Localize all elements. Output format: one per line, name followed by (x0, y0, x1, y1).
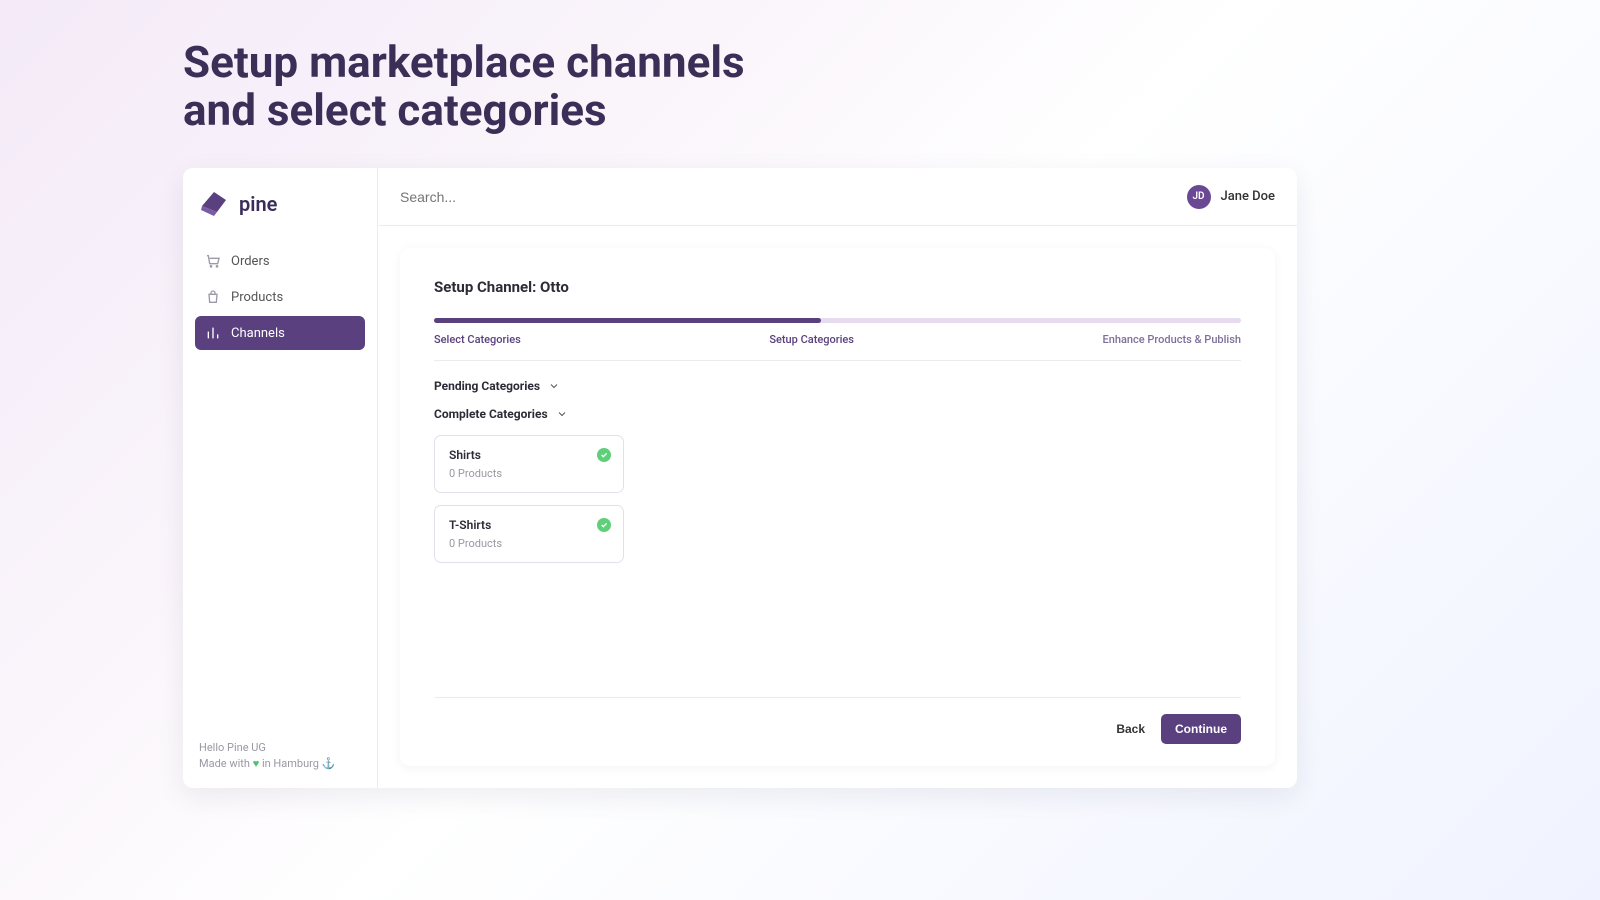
cart-icon (205, 253, 221, 269)
brand-name: pine (239, 192, 277, 216)
username: Jane Doe (1221, 189, 1276, 204)
category-name: Shirts (449, 448, 609, 462)
sidebar-item-products[interactable]: Products (195, 280, 365, 314)
progress-bar (434, 318, 1241, 323)
bars-icon (205, 325, 221, 341)
category-count: 0 Products (449, 537, 609, 550)
search-input[interactable] (400, 189, 1187, 205)
sidebar-item-label: Orders (231, 254, 270, 269)
divider (434, 360, 1241, 361)
footer-company: Hello Pine UG (199, 740, 361, 756)
category-count: 0 Products (449, 467, 609, 480)
user-menu[interactable]: JD Jane Doe (1187, 185, 1276, 209)
bag-icon (205, 289, 221, 305)
card-title: Setup Channel: Otto (434, 278, 1241, 296)
chevron-down-icon (548, 380, 560, 392)
card-footer: Back Continue (434, 697, 1241, 744)
footer-tagline: Made with ♥ in Hamburg ⚓ (199, 756, 361, 772)
hero-line2: and select categories (183, 86, 745, 134)
check-icon (597, 518, 611, 532)
step-setup-categories: Setup Categories (769, 333, 854, 346)
category-name: T-Shirts (449, 518, 609, 532)
category-card[interactable]: T-Shirts 0 Products (434, 505, 624, 563)
sidebar-item-label: Channels (231, 326, 285, 341)
complete-categories-header[interactable]: Complete Categories (434, 407, 1241, 421)
section-label: Complete Categories (434, 407, 548, 421)
main: JD Jane Doe Setup Channel: Otto Select C… (378, 168, 1297, 788)
sidebar-item-orders[interactable]: Orders (195, 244, 365, 278)
sidebar-footer: Hello Pine UG Made with ♥ in Hamburg ⚓ (195, 740, 365, 776)
sidebar-item-channels[interactable]: Channels (195, 316, 365, 350)
step-labels: Select Categories Setup Categories Enhan… (434, 333, 1241, 346)
brand[interactable]: pine (195, 182, 365, 238)
app-window: pine Orders Products Channels (183, 168, 1297, 788)
step-select-categories: Select Categories (434, 333, 521, 346)
sidebar: pine Orders Products Channels (183, 168, 378, 788)
topbar: JD Jane Doe (378, 168, 1297, 226)
setup-card: Setup Channel: Otto Select Categories Se… (400, 248, 1275, 766)
category-card[interactable]: Shirts 0 Products (434, 435, 624, 493)
check-icon (597, 448, 611, 462)
avatar: JD (1187, 185, 1211, 209)
sidebar-item-label: Products (231, 290, 283, 305)
anchor-icon: ⚓ (322, 757, 336, 770)
section-label: Pending Categories (434, 379, 540, 393)
hero-line1: Setup marketplace channels (183, 38, 745, 86)
hero-title: Setup marketplace channels and select ca… (183, 38, 745, 135)
continue-button[interactable]: Continue (1161, 714, 1241, 744)
brand-logo-icon (199, 188, 229, 220)
sidebar-nav: Orders Products Channels (195, 244, 365, 350)
content-area: Setup Channel: Otto Select Categories Se… (378, 226, 1297, 788)
back-button[interactable]: Back (1116, 722, 1145, 736)
chevron-down-icon (556, 408, 568, 420)
progress-fill (434, 318, 821, 323)
step-enhance-publish: Enhance Products & Publish (1103, 333, 1241, 346)
pending-categories-header[interactable]: Pending Categories (434, 379, 1241, 393)
